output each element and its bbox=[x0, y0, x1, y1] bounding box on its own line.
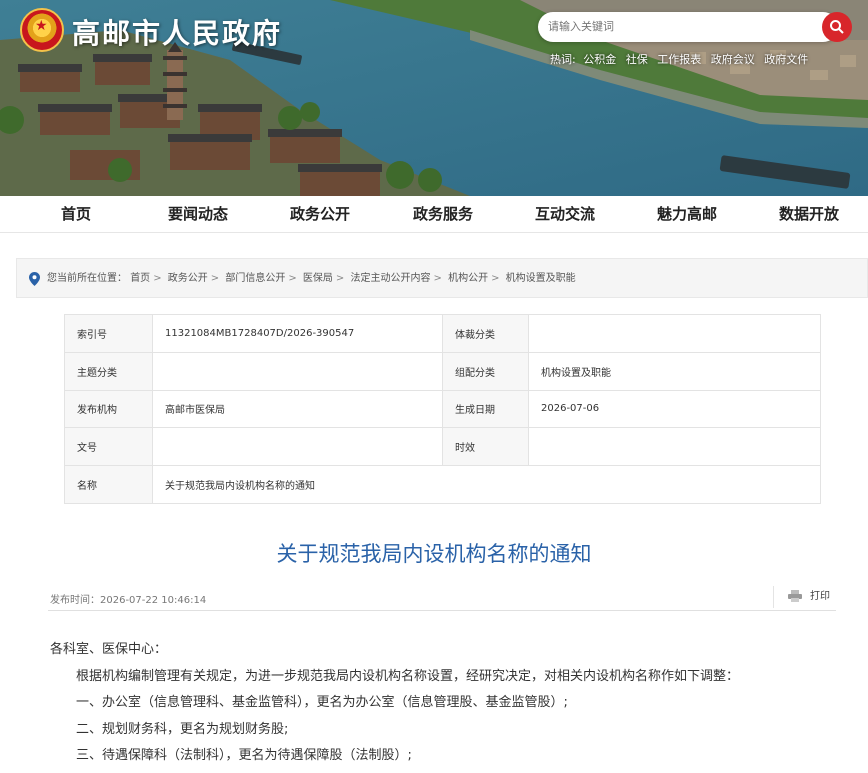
doc-name-value: 关于规范我局内设机构名称的通知 bbox=[152, 465, 821, 504]
article-meta: 发布时间：2026-07-22 10:46:14 打印 bbox=[48, 584, 836, 611]
nav-item-gov-open[interactable]: 政务公开 bbox=[290, 196, 350, 233]
topic-label: 主题分类 bbox=[64, 351, 153, 391]
publisher-value: 高邮市医保局 bbox=[152, 389, 443, 429]
body-paragraph: 三、待遇保障科（法制科），更名为待遇保障股（法制股）; bbox=[76, 748, 412, 763]
breadcrumb-link[interactable]: 医保局 bbox=[303, 273, 333, 284]
breadcrumb-link[interactable]: 机构公开 bbox=[448, 273, 488, 284]
genre-value bbox=[528, 314, 821, 353]
index-no-label: 索引号 bbox=[64, 314, 153, 353]
hot-word-link[interactable]: 社保 bbox=[626, 53, 648, 66]
table-row: 索引号 11321084MB1728407D/2026-390547 体裁分类 bbox=[64, 314, 821, 353]
created-date-value: 2026-07-06 bbox=[528, 389, 821, 429]
category-label: 组配分类 bbox=[442, 351, 529, 391]
national-emblem-icon: ★ bbox=[20, 8, 64, 52]
breadcrumb-link[interactable]: 机构设置及职能 bbox=[506, 273, 576, 284]
printer-icon bbox=[788, 590, 802, 602]
main-nav: 首页 要闻动态 政务公开 政务服务 互动交流 魅力高邮 数据开放 bbox=[0, 196, 868, 233]
nav-item-charm[interactable]: 魅力高邮 bbox=[657, 196, 717, 233]
hot-words: 热词: 公积金 社保 工作报表 政府会议 政府文件 bbox=[550, 51, 814, 67]
body-paragraph: 二、规划财务科，更名为规划财务股; bbox=[76, 721, 289, 737]
hot-word-link[interactable]: 政府文件 bbox=[764, 53, 808, 66]
search-input[interactable] bbox=[548, 12, 808, 42]
topic-value bbox=[152, 351, 443, 391]
article-body: 各科室、医保中心： 根据机构编制管理有关规定，为进一步规范我局内设机构名称设置，… bbox=[50, 640, 840, 773]
table-row: 发布机构 高邮市医保局 生成日期 2026-07-06 bbox=[64, 389, 821, 429]
site-title: 高邮市人民政府 bbox=[72, 17, 283, 50]
doc-no-value bbox=[152, 427, 443, 467]
nav-item-home[interactable]: 首页 bbox=[61, 196, 91, 233]
body-paragraph: 一、办公室（信息管理科、基金监管科），更名为办公室（信息管理股、基金监管股）; bbox=[76, 695, 568, 710]
doc-name-label: 名称 bbox=[64, 465, 153, 504]
nav-item-gov-service[interactable]: 政务服务 bbox=[413, 196, 473, 233]
genre-label: 体裁分类 bbox=[442, 314, 529, 353]
table-row: 主题分类 组配分类 机构设置及职能 bbox=[64, 351, 821, 391]
publish-time-label: 发布时间： bbox=[50, 595, 100, 606]
doc-no-label: 文号 bbox=[64, 427, 153, 467]
search-box bbox=[538, 12, 852, 42]
search-button[interactable] bbox=[822, 12, 852, 42]
validity-label: 时效 bbox=[442, 427, 529, 467]
publish-time-value: 2026-07-22 10:46:14 bbox=[100, 595, 207, 606]
category-value: 机构设置及职能 bbox=[528, 351, 821, 391]
breadcrumb-link[interactable]: 首页 bbox=[130, 273, 150, 284]
salutation: 各科室、医保中心： bbox=[50, 642, 168, 657]
nav-item-open-data[interactable]: 数据开放 bbox=[779, 196, 839, 233]
table-row: 文号 时效 bbox=[64, 427, 821, 467]
hot-words-label: 热词: bbox=[550, 53, 576, 66]
location-pin-icon bbox=[29, 272, 40, 286]
print-button[interactable]: 打印 bbox=[773, 586, 830, 608]
nav-item-interaction[interactable]: 互动交流 bbox=[535, 196, 595, 233]
hot-word-link[interactable]: 政府会议 bbox=[711, 53, 755, 66]
search-icon bbox=[830, 20, 844, 34]
document-info-table: 索引号 11321084MB1728407D/2026-390547 体裁分类 … bbox=[64, 314, 821, 504]
table-row: 名称 关于规范我局内设机构名称的通知 bbox=[64, 465, 821, 504]
publish-time: 发布时间：2026-07-22 10:46:14 bbox=[50, 591, 206, 606]
article-title: 关于规范我局内设机构名称的通知 bbox=[276, 542, 592, 566]
publisher-label: 发布机构 bbox=[64, 389, 153, 429]
validity-value bbox=[528, 427, 821, 467]
print-label: 打印 bbox=[810, 591, 830, 602]
breadcrumb-link[interactable]: 部门信息公开 bbox=[225, 273, 285, 284]
hot-word-link[interactable]: 公积金 bbox=[583, 53, 616, 66]
index-no-value: 11321084MB1728407D/2026-390547 bbox=[152, 314, 443, 353]
created-date-label: 生成日期 bbox=[442, 389, 529, 429]
header-banner: ★ 高邮市人民政府 热词: 公积金 社保 工作报表 政府会议 政府文件 bbox=[0, 0, 868, 196]
breadcrumb: 您当前所在位置： 首页 > 政务公开 > 部门信息公开 > 医保局 > 法定主动公开内容… bbox=[16, 258, 868, 298]
breadcrumb-link[interactable]: 法定主动公开内容 bbox=[351, 273, 431, 284]
hot-word-link[interactable]: 工作报表 bbox=[657, 53, 701, 66]
breadcrumb-link[interactable]: 政务公开 bbox=[168, 273, 208, 284]
breadcrumb-prefix: 您当前所在位置： bbox=[47, 273, 127, 284]
nav-item-news[interactable]: 要闻动态 bbox=[168, 196, 228, 233]
body-paragraph: 根据机构编制管理有关规定，为进一步规范我局内设机构名称设置，经研究决定，对相关内… bbox=[76, 668, 740, 684]
